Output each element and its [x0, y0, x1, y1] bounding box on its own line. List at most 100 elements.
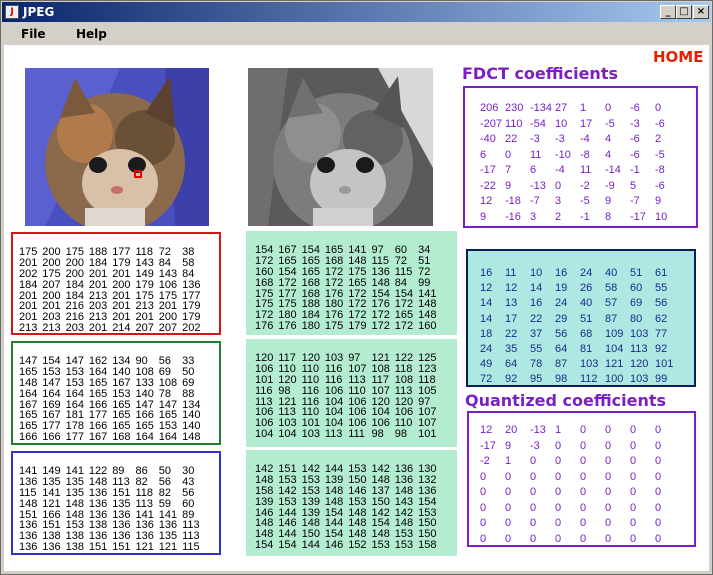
matrix-cell: 172: [394, 320, 414, 333]
matrix-row: 49 64 78 87 103 121 120 101: [480, 352, 694, 370]
matrix-cell: 151: [88, 541, 108, 554]
matrix-row: 113 121 116 104 106 120 120 97: [255, 390, 457, 407]
matrix-cell: 179: [348, 320, 367, 333]
matrix-cell: 136: [42, 541, 61, 554]
matrix-cell: -17: [630, 210, 646, 223]
matrix-row: 00000000: [480, 480, 694, 498]
matrix-cell: 115: [182, 541, 200, 554]
matrix-cell: 153: [394, 539, 414, 552]
menu-file[interactable]: File: [21, 27, 46, 41]
matrix-cell: 98: [394, 428, 408, 441]
matrix-row: 154 154 144 146 152 153 153 158: [255, 533, 457, 551]
minimize-icon[interactable]: _: [660, 5, 676, 19]
matrix-cell: 0: [580, 532, 587, 545]
matrix-cell: 95: [530, 373, 543, 386]
matrix-cell: 72: [480, 373, 493, 386]
title-bar[interactable]: J JPEG _ □ ×: [2, 2, 711, 22]
matrix-row: 201 201 216 203 201 213 201 179: [19, 294, 219, 312]
matrix-row: 9 -16 3 2 -1 8 -17 10: [480, 205, 696, 223]
matrix-row: 201 200 184 213 201 175 175 177: [19, 284, 219, 301]
matrix-cell: 98: [555, 373, 568, 386]
menu-help[interactable]: Help: [76, 27, 107, 41]
matrix-cell: 167: [88, 431, 108, 444]
matrix-row: 165 153 153 164 140 108 69 50: [19, 360, 219, 377]
matrix-cell: 148: [182, 431, 201, 444]
matrix-row: 158 142 153 148 146 137 148 136: [255, 479, 457, 496]
matrix-row: 136 151 153 138 136 136 136 113: [19, 513, 219, 531]
matrix-cell: 121: [158, 541, 178, 554]
matrix-cell: 100: [605, 373, 624, 386]
matrix-cell: 164: [135, 431, 154, 444]
matrix-cell: 112: [580, 373, 598, 386]
matrix-row: -17 9 -3 0 0 0 0 0: [480, 434, 694, 452]
matrix-cell: 103: [630, 373, 649, 386]
matrix-row: 12 12 14 19 26 58 60 55: [480, 276, 694, 294]
matrix-row: 202 175 200 201 201 149 143 84: [19, 262, 219, 279]
matrix-cell: 180: [301, 320, 320, 333]
matrix-row: 146 144 139 154 148 142 142 153: [255, 501, 457, 518]
matrix-row: 147 154 147 162 134 90 56 33: [19, 349, 219, 367]
matrix-row: -2 1 0 0 0 0 0 0: [480, 449, 694, 467]
matrix-row: 101 120 110 116 113 117 108 118: [255, 368, 457, 385]
matrix-cell: 177: [65, 431, 84, 444]
matrix-row: 160 154 165 172 175 136 115 72: [255, 260, 457, 277]
matrix-cell: -1: [580, 210, 590, 223]
selection-marker[interactable]: [134, 170, 142, 178]
matrix-row: 00000000: [480, 465, 694, 483]
close-icon[interactable]: ×: [693, 5, 709, 19]
matrix-row: -17 7 6 -4 11 -14 -1 -8: [480, 158, 696, 176]
blue-channel-block: 141 149 141 122 89 86 50 30 136 135 135 148 113 82 56 4…: [11, 451, 221, 555]
matrix-row: 166 166 177 167 168 164 164 148: [19, 425, 219, 443]
home-link[interactable]: HOME: [653, 48, 703, 66]
matrix-row: 136 138 138 136 136 136 135 113: [19, 524, 219, 542]
matrix-row: 175 200 175 188 177 118 72 38: [19, 240, 219, 258]
matrix-cell: 0: [480, 532, 487, 545]
matrix-cell: 111: [348, 428, 365, 441]
matrix-cell: 113: [324, 428, 343, 441]
matrix-row: -22 9 -13 0 -2 -9 5 -6: [480, 174, 696, 192]
matrix-row: 18 22 37 56 68 109 103 77: [480, 322, 694, 340]
matrix-cell: 151: [112, 541, 131, 554]
green-channel-block: 147 154 147 162 134 90 56 33 165 153 153 164 140 108 6…: [11, 341, 221, 445]
matrix-row: 164 164 164 165 153 140 78 88: [19, 382, 219, 399]
matrix-cell: 172: [371, 320, 390, 333]
matrix-row: 201 203 216 213 201 201 200 179: [19, 305, 219, 323]
quantized-coefficients-table: 12 20 -13 1 0 0 0 0 -17 9 -3 0 0 0 0 0 -2 1 0 0 0 0 0 0 0 0 0 0 0 0 0 0…: [467, 411, 696, 547]
matrix-row: 72 92 95 98 112 100 103 99: [480, 367, 694, 386]
matrix-row: 148 121 148 136 135 113 59 60: [19, 492, 219, 509]
matrix-row: 165 177 178 166 165 165 153 140: [19, 414, 219, 432]
matrix-row: 151 166 148 136 136 141 141 89: [19, 503, 219, 520]
matrix-cell: 0: [630, 532, 637, 545]
level-shifted-block: 120 117 120 103 97 121 122 125 106 110 110 116 107 10…: [246, 339, 457, 447]
matrix-cell: 164: [158, 431, 178, 444]
quantization-table: 16 11 10 16 24 40 51 61 12 12 14 19 26 58 60 55 14 13 16 24…: [466, 249, 696, 387]
fdct-coefficients-table: 206 230 -134 27 1 0 -6 0 -207 110 -54 10 17 -5 -3 -6 -40…: [463, 86, 698, 228]
matrix-row: 148 144 150 154 148 148 153 150: [255, 522, 457, 540]
app-icon[interactable]: J: [5, 5, 19, 19]
matrix-cell: 160: [418, 320, 437, 333]
quantized-heading: Quantized coefficients: [465, 391, 667, 410]
red-channel-block: 175 200 175 188 177 118 72 38 201 200 200 184 179 143…: [11, 232, 221, 335]
kitten-color-image[interactable]: [25, 68, 209, 226]
matrix-row: 139 153 139 148 153 150 143 154: [255, 490, 457, 507]
matrix-row: 165 167 181 177 165 166 165 140: [19, 403, 219, 421]
matrix-row: 00000000: [480, 511, 694, 529]
matrix-row: 116 98 116 106 110 107 113 105: [255, 379, 457, 396]
matrix-row: 00000000: [480, 496, 694, 514]
matrix-cell: 202: [182, 322, 201, 335]
matrix-row: 136 136 138 151 151 121 121 115: [19, 535, 219, 553]
matrix-row: 120 117 120 103 97 121 122 125: [255, 346, 457, 364]
reconstructed-block: 142 151 142 144 153 142 136 130 148 153 153 139 150 1…: [246, 450, 457, 556]
matrix-row: 142 151 142 144 153 142 136 130: [255, 457, 457, 475]
kitten-grayscale-image: [248, 68, 433, 226]
maximize-icon[interactable]: □: [676, 5, 692, 19]
matrix-cell: 158: [418, 539, 437, 552]
matrix-cell: 10: [655, 210, 668, 223]
matrix-cell: 0: [655, 532, 662, 545]
matrix-row: 148 146 148 144 148 154 148 150: [255, 511, 457, 529]
matrix-row: 175 177 168 176 172 154 154 141: [255, 282, 457, 299]
matrix-cell: 101: [418, 428, 437, 441]
matrix-cell: 9: [480, 210, 487, 223]
matrix-row: 106 113 110 104 106 104 106 107: [255, 400, 457, 418]
matrix-cell: 153: [371, 539, 390, 552]
